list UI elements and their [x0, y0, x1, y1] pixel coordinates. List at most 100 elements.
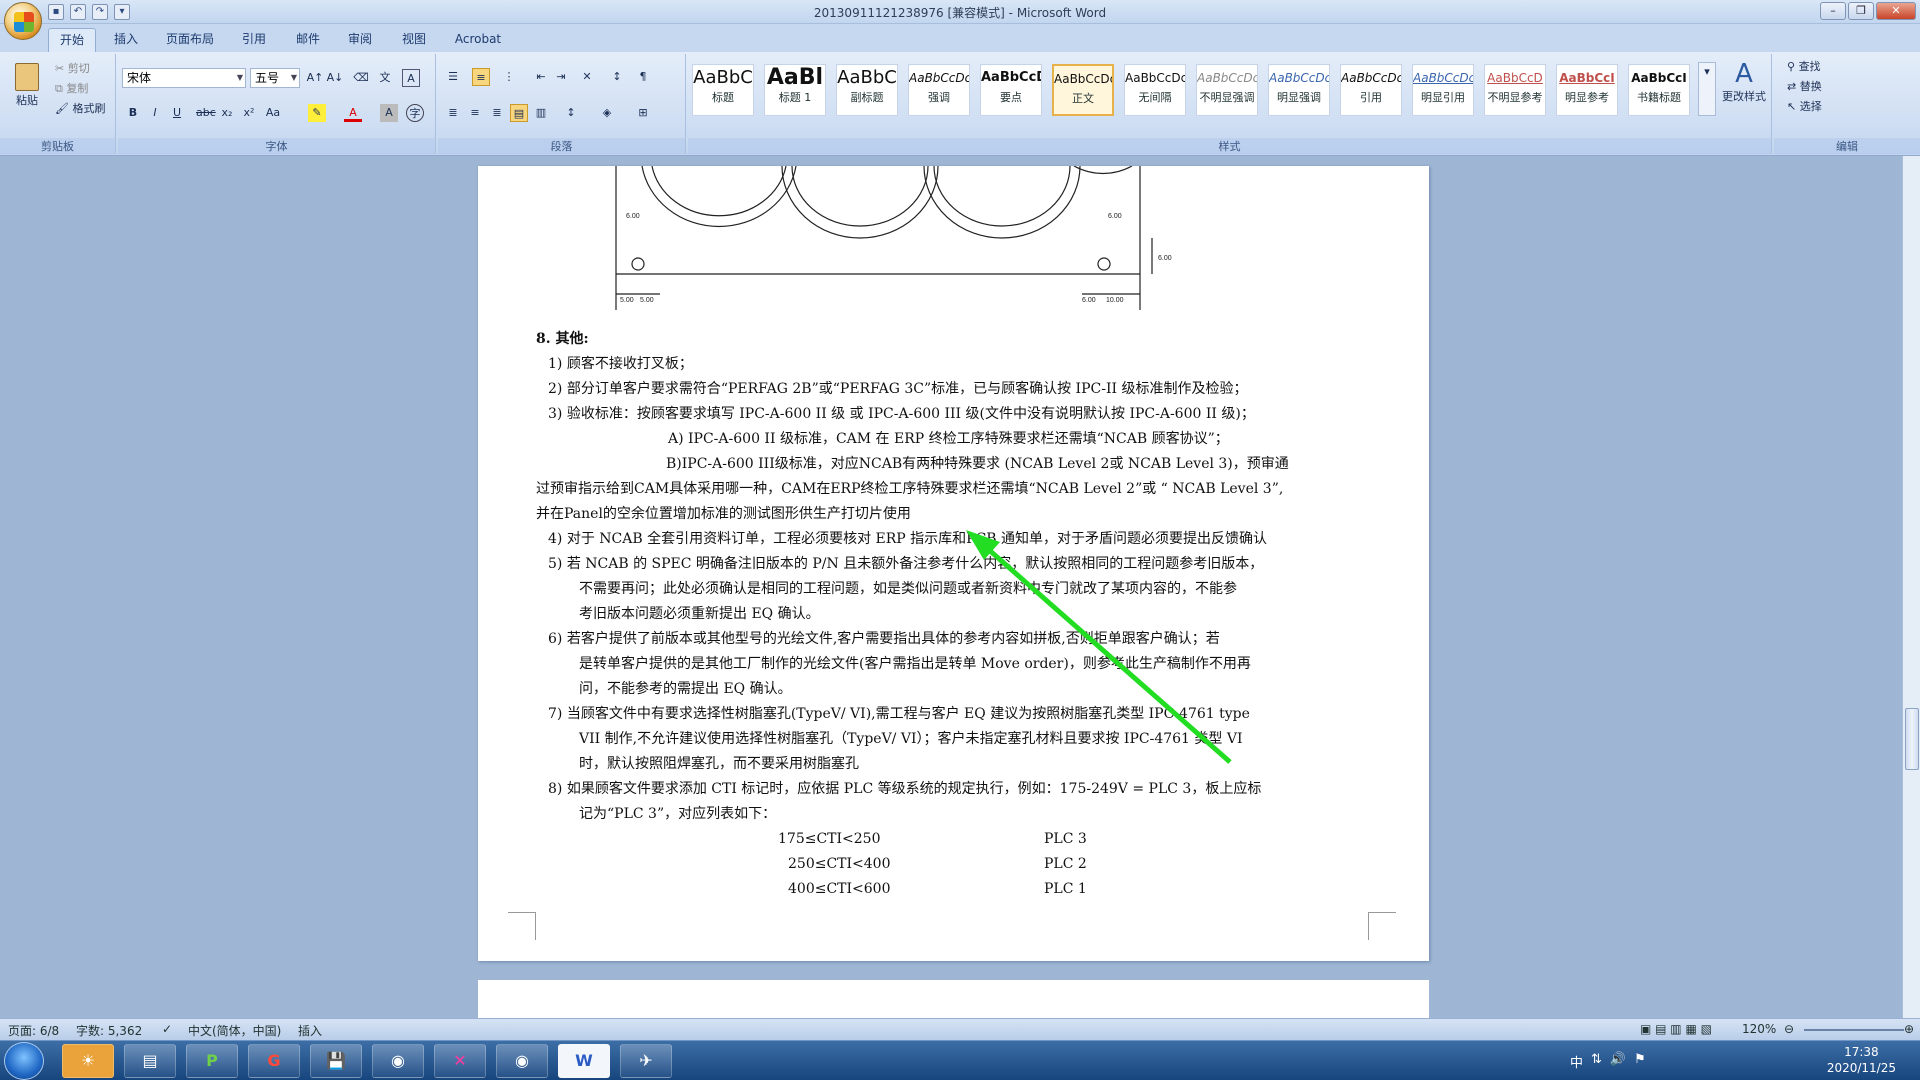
- style-normal[interactable]: AaBbCcDc 正文: [1052, 64, 1114, 116]
- style-no-spacing[interactable]: AaBbCcDc 无间隔: [1124, 64, 1186, 116]
- restore-button[interactable]: ❐: [1848, 2, 1874, 20]
- bold-icon[interactable]: B: [124, 104, 142, 122]
- strikethrough-icon[interactable]: abc: [196, 104, 216, 122]
- office-button[interactable]: [4, 2, 42, 40]
- vertical-scrollbar[interactable]: [1902, 156, 1920, 1018]
- char-border-icon[interactable]: A: [402, 69, 420, 87]
- styles-scroll-icon[interactable]: ▾: [1698, 62, 1716, 116]
- align-right-icon[interactable]: ≣: [488, 104, 506, 122]
- grow-font-icon[interactable]: A↑: [306, 69, 324, 87]
- tray-network-icon[interactable]: ⇅: [1591, 1052, 1602, 1071]
- tray-flag-icon[interactable]: ⚑: [1634, 1052, 1646, 1071]
- zoom-out-icon[interactable]: ⊖: [1784, 1022, 1794, 1036]
- style-intense-emphasis[interactable]: AaBbCcDc 明显强调: [1268, 64, 1330, 116]
- bullets-icon[interactable]: ☰: [444, 68, 462, 86]
- proofing-icon[interactable]: ✓: [162, 1022, 172, 1036]
- phonetic-guide-icon[interactable]: 文: [376, 69, 394, 87]
- zoom-in-icon[interactable]: ⊕: [1904, 1022, 1914, 1036]
- format-painter-button[interactable]: 🖌 格式刷: [52, 100, 108, 118]
- find-button[interactable]: ⚲ 查找: [1784, 58, 1824, 76]
- p-app-icon[interactable]: P: [186, 1044, 238, 1078]
- x-app-icon[interactable]: ✕: [434, 1044, 486, 1078]
- borders-icon[interactable]: ⊞: [634, 104, 652, 122]
- multilevel-list-icon[interactable]: ⋮: [500, 68, 518, 86]
- eye-app-icon[interactable]: ◉: [372, 1044, 424, 1078]
- shading-icon[interactable]: ◈: [598, 104, 616, 122]
- tab-review[interactable]: 审阅: [342, 28, 378, 52]
- line-spacing-icon[interactable]: ↕: [562, 104, 580, 122]
- style-strong[interactable]: AaBbCcD 要点: [980, 64, 1042, 116]
- cti-plc: PLC 2: [1044, 856, 1087, 872]
- style-title[interactable]: AaBbC 标题: [692, 64, 754, 116]
- select-button[interactable]: ↖ 选择: [1784, 98, 1825, 116]
- tab-view[interactable]: 视图: [396, 28, 432, 52]
- style-subtitle[interactable]: AaBbC 副标题: [836, 64, 898, 116]
- tray-volume-icon[interactable]: 🔊: [1610, 1052, 1626, 1071]
- insert-mode[interactable]: 插入: [298, 1022, 322, 1039]
- justify-icon[interactable]: ▤: [510, 104, 528, 122]
- eye-app-icon[interactable]: ◉: [496, 1044, 548, 1078]
- tab-references[interactable]: 引用: [236, 28, 272, 52]
- align-center-icon[interactable]: ≡: [466, 104, 484, 122]
- char-shading-icon[interactable]: A: [380, 104, 398, 122]
- style-subtle-reference[interactable]: AaBbCcD 不明显参考: [1484, 64, 1546, 116]
- zoom-level[interactable]: 120%: [1742, 1022, 1776, 1036]
- subscript-icon[interactable]: x₂: [218, 104, 236, 122]
- chinese-layout-icon[interactable]: ✕: [578, 68, 596, 86]
- style-quote[interactable]: AaBbCcDc 引用: [1340, 64, 1402, 116]
- style-intense-reference[interactable]: AaBbCcI 明显参考: [1556, 64, 1618, 116]
- style-heading-1[interactable]: AaBl 标题 1: [764, 64, 826, 116]
- style-subtle-emphasis[interactable]: AaBbCcDc 不明显强调: [1196, 64, 1258, 116]
- highlight-icon[interactable]: ✎: [308, 104, 326, 122]
- style-emphasis[interactable]: AaBbCcDc 强调: [908, 64, 970, 116]
- page-count[interactable]: 页面: 6/8: [8, 1022, 59, 1039]
- send-app-icon[interactable]: ✈: [620, 1044, 672, 1078]
- minimize-button[interactable]: –: [1820, 2, 1846, 20]
- enclose-char-icon[interactable]: 字: [406, 104, 424, 122]
- decrease-indent-icon[interactable]: ⇤: [532, 68, 550, 86]
- taskbar-app-icon[interactable]: ☀: [62, 1044, 114, 1078]
- view-buttons[interactable]: ▣ ▤ ▥ ▦ ▧: [1640, 1022, 1712, 1036]
- copy-button[interactable]: ⧉ 复制: [52, 80, 91, 98]
- style-book-title[interactable]: AaBbCcI 书籍标题: [1628, 64, 1690, 116]
- replace-button[interactable]: ⇄ 替换: [1784, 78, 1825, 96]
- tab-acrobat[interactable]: Acrobat: [448, 28, 508, 52]
- align-left-icon[interactable]: ≣: [444, 104, 462, 122]
- start-button[interactable]: [4, 1042, 44, 1080]
- word-count[interactable]: 字数: 5,362: [76, 1022, 142, 1039]
- font-name-select[interactable]: 宋体 ▼: [122, 68, 246, 88]
- increase-indent-icon[interactable]: ⇥: [552, 68, 570, 86]
- tab-insert[interactable]: 插入: [108, 28, 144, 52]
- italic-icon[interactable]: I: [146, 104, 164, 122]
- language-status[interactable]: 中文(简体，中国): [188, 1022, 281, 1039]
- shrink-font-icon[interactable]: A↓: [326, 69, 344, 87]
- notepad-icon[interactable]: ▤: [124, 1044, 176, 1078]
- sort-icon[interactable]: ↕: [608, 68, 626, 86]
- doc-line: 不需要再问；此处必须确认是相同的工程问题，如是类似问题或者新资料中专门就改了某项…: [579, 581, 1237, 597]
- paste-button[interactable]: 粘贴: [10, 60, 44, 118]
- tab-page-layout[interactable]: 页面布局: [162, 28, 218, 52]
- distributed-icon[interactable]: ▥: [532, 104, 550, 122]
- scroll-thumb[interactable]: [1905, 708, 1919, 770]
- word-app-icon[interactable]: W: [558, 1044, 610, 1078]
- close-button[interactable]: ✕: [1876, 2, 1916, 20]
- floppy-icon[interactable]: 💾: [310, 1044, 362, 1078]
- clear-format-icon[interactable]: ⌫: [352, 69, 370, 87]
- change-case-icon[interactable]: Aa: [264, 104, 282, 122]
- font-color-icon[interactable]: A: [344, 104, 362, 122]
- tab-mailings[interactable]: 邮件: [290, 28, 326, 52]
- clock[interactable]: 17:38 2020/11/25: [1827, 1044, 1896, 1076]
- doc-line: 记为“PLC 3”，对应列表如下：: [579, 806, 777, 822]
- numbering-icon[interactable]: ≡: [472, 68, 490, 86]
- superscript-icon[interactable]: x²: [240, 104, 258, 122]
- cut-button[interactable]: ✂ 剪切: [52, 60, 93, 78]
- style-intense-quote[interactable]: AaBbCcDc 明显引用: [1412, 64, 1474, 116]
- g-app-icon[interactable]: G: [248, 1044, 300, 1078]
- show-marks-icon[interactable]: ¶: [634, 68, 652, 86]
- change-styles-button[interactable]: A 更改样式: [1718, 58, 1770, 106]
- font-size-select[interactable]: 五号 ▼: [250, 68, 300, 88]
- underline-icon[interactable]: U: [168, 104, 186, 122]
- zoom-slider[interactable]: [1804, 1029, 1904, 1031]
- tab-home[interactable]: 开始: [48, 28, 96, 52]
- ime-status[interactable]: 中: [1570, 1052, 1583, 1071]
